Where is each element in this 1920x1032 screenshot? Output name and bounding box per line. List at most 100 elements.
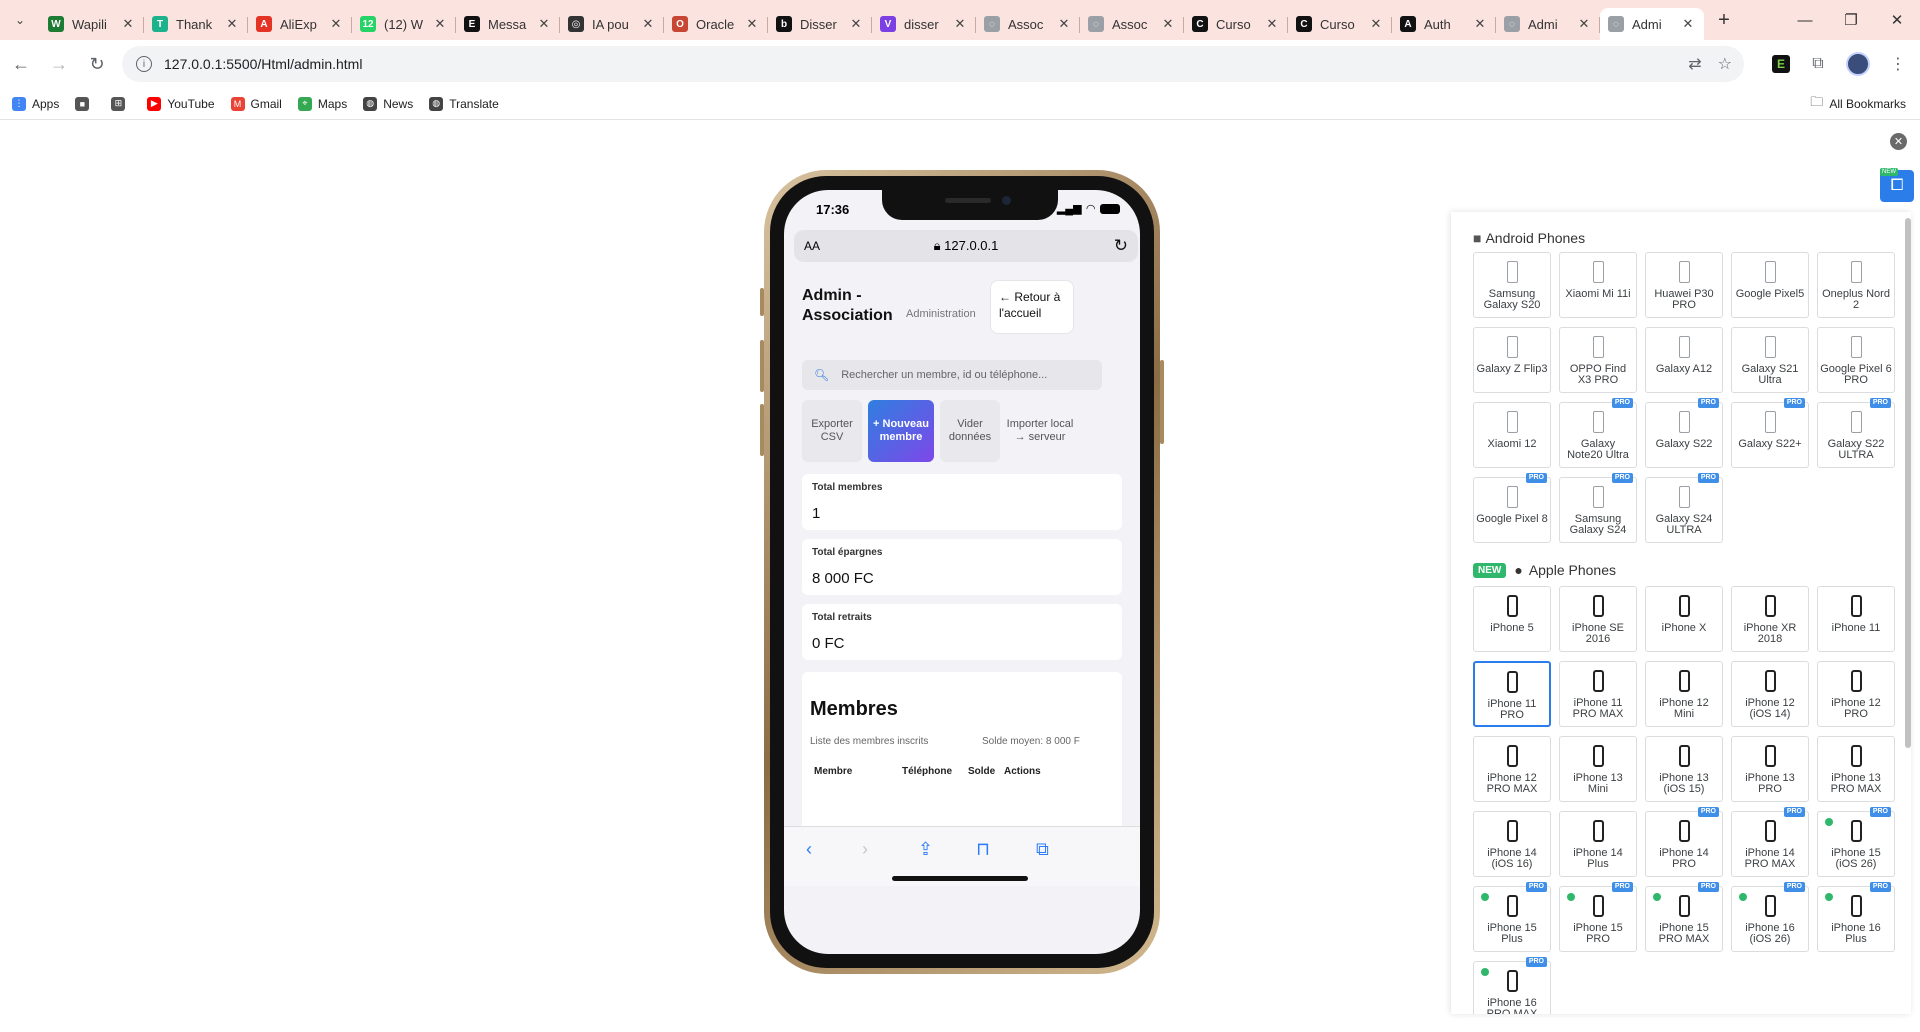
device-option[interactable]: iPhone 14 Plus: [1559, 811, 1637, 877]
tab-close-icon[interactable]: ✕: [224, 16, 240, 32]
close-window-icon[interactable]: ✕: [1874, 0, 1920, 40]
tab-close-icon[interactable]: ✕: [1472, 16, 1488, 32]
panel-scrollbar[interactable]: [1905, 218, 1911, 748]
tab-close-icon[interactable]: ✕: [1680, 16, 1696, 32]
safari-url-bar[interactable]: AA 🔒︎ 127.0.0.1 ↻: [794, 230, 1138, 262]
browser-tab[interactable]: C Curso ✕: [1184, 8, 1288, 40]
device-option[interactable]: PRO Galaxy Note20 Ultra: [1559, 398, 1637, 468]
tab-close-icon[interactable]: ✕: [328, 16, 344, 32]
bookmark-item[interactable]: ◍ Translate: [429, 96, 499, 111]
bookmark-item[interactable]: ⌖ Maps: [297, 96, 347, 111]
tab-close-icon[interactable]: ✕: [952, 16, 968, 32]
extensions-puzzle-icon[interactable]: ⧉: [1804, 55, 1832, 73]
profile-avatar[interactable]: [1846, 52, 1870, 76]
device-option[interactable]: iPhone 11 PRO: [1473, 661, 1551, 727]
tab-close-icon[interactable]: ✕: [1576, 16, 1592, 32]
browser-tab[interactable]: ◌ Admi ✕: [1496, 8, 1600, 40]
safari-back-icon[interactable]: ‹: [806, 839, 812, 860]
device-option[interactable]: PRO Samsung Galaxy S24: [1559, 473, 1637, 543]
tab-close-icon[interactable]: ✕: [1056, 16, 1072, 32]
forward-icon[interactable]: →: [42, 47, 76, 81]
device-option[interactable]: PRO Google Pixel 8: [1473, 473, 1551, 543]
device-option[interactable]: iPhone X: [1645, 586, 1723, 652]
bookmark-item[interactable]: ■: [75, 96, 95, 111]
device-option[interactable]: iPhone 12 PRO MAX: [1473, 736, 1551, 802]
safari-forward-icon[interactable]: ›: [862, 839, 868, 860]
close-panel-icon[interactable]: ✕: [1890, 133, 1907, 150]
bookmark-item[interactable]: ▶ YouTube: [147, 96, 215, 111]
bookmark-item[interactable]: ⋮ Apps: [12, 96, 59, 111]
browser-tab[interactable]: W Wapili ✕: [40, 8, 144, 40]
tab-close-icon[interactable]: ✕: [640, 16, 656, 32]
chrome-menu-icon[interactable]: ⋮: [1884, 54, 1912, 74]
browser-tab[interactable]: b Disser ✕: [768, 8, 872, 40]
device-option[interactable]: PRO iPhone 14 PRO: [1645, 807, 1723, 877]
device-option[interactable]: Google Pixel 6 PRO: [1817, 327, 1895, 393]
back-to-home-button[interactable]: ← Retour à l'accueil: [990, 280, 1074, 334]
device-option[interactable]: iPhone 11: [1817, 586, 1895, 652]
site-info-icon[interactable]: i: [136, 56, 152, 72]
browser-tab[interactable]: A Auth ✕: [1392, 8, 1496, 40]
device-option[interactable]: Google Pixel5: [1731, 252, 1809, 318]
tab-close-icon[interactable]: ✕: [536, 16, 552, 32]
tab-close-icon[interactable]: ✕: [120, 16, 136, 32]
new-member-button[interactable]: + Nouveau membre: [868, 400, 934, 462]
device-option[interactable]: PRO iPhone 15 Plus: [1473, 882, 1551, 952]
device-option[interactable]: iPhone 12 Mini: [1645, 661, 1723, 727]
device-option[interactable]: PRO iPhone 15 PRO: [1559, 882, 1637, 952]
browser-tab[interactable]: ◌ Assoc ✕: [1080, 8, 1184, 40]
browser-tab[interactable]: 12 (12) W ✕: [352, 8, 456, 40]
device-option[interactable]: PRO Galaxy S24 ULTRA: [1645, 473, 1723, 543]
device-option[interactable]: iPhone 12 (iOS 14): [1731, 661, 1809, 727]
clear-data-button[interactable]: Vider données: [940, 400, 1000, 462]
browser-tab[interactable]: Vdisser ✕: [872, 8, 976, 40]
device-option[interactable]: PRO Galaxy S22: [1645, 398, 1723, 468]
all-bookmarks[interactable]: 🗀 All Bookmarks: [1810, 88, 1906, 120]
bookmark-star-icon[interactable]: ☆: [1718, 54, 1732, 74]
tabs-icon[interactable]: ⧉: [1036, 839, 1049, 860]
share-icon[interactable]: ⇪: [918, 839, 933, 860]
responsive-viewer-icon[interactable]: NEW ⧠: [1880, 168, 1914, 202]
browser-tab[interactable]: ◌ Assoc ✕: [976, 8, 1080, 40]
address-bar[interactable]: i 127.0.0.1:5500/Html/admin.html ⇄ ☆: [122, 46, 1744, 82]
device-option[interactable]: OPPO Find X3 PRO: [1559, 327, 1637, 393]
member-search-input[interactable]: 🔍︎ Rechercher un membre, id ou téléphone…: [802, 360, 1102, 390]
device-option[interactable]: PRO iPhone 14 PRO MAX: [1731, 807, 1809, 877]
bookmark-item[interactable]: M Gmail: [230, 96, 282, 111]
device-option[interactable]: iPhone 11 PRO MAX: [1559, 661, 1637, 727]
device-option[interactable]: iPhone 5: [1473, 586, 1551, 652]
browser-tab[interactable]: E Messa ✕: [456, 8, 560, 40]
translate-icon[interactable]: ⇄: [1688, 54, 1701, 74]
device-option[interactable]: PRO iPhone 16 (iOS 26): [1731, 882, 1809, 952]
tab-close-icon[interactable]: ✕: [1160, 16, 1176, 32]
new-tab-button[interactable]: +: [1708, 9, 1740, 32]
import-local-button[interactable]: Importer local → serveur: [1006, 400, 1074, 462]
device-option[interactable]: iPhone XR 2018: [1731, 586, 1809, 652]
browser-tab[interactable]: ◌ Admi ✕: [1600, 8, 1704, 40]
safari-reload-icon[interactable]: ↻: [1114, 236, 1128, 256]
browser-tab[interactable]: T Thank ✕: [144, 8, 248, 40]
device-option[interactable]: Galaxy Z Flip3: [1473, 327, 1551, 393]
device-option[interactable]: PRO Galaxy S22+: [1731, 398, 1809, 468]
device-option[interactable]: iPhone 13 PRO MAX: [1817, 736, 1895, 802]
browser-tab[interactable]: ◎ IA pou ✕: [560, 8, 664, 40]
device-option[interactable]: Huawei P30 PRO: [1645, 252, 1723, 318]
device-option[interactable]: Galaxy A12: [1645, 327, 1723, 393]
tab-close-icon[interactable]: ✕: [432, 16, 448, 32]
tab-close-icon[interactable]: ✕: [1264, 16, 1280, 32]
bookmark-item[interactable]: ⊞: [111, 96, 131, 111]
device-option[interactable]: iPhone 13 (iOS 15): [1645, 736, 1723, 802]
browser-tab[interactable]: C Curso ✕: [1288, 8, 1392, 40]
device-option[interactable]: iPhone SE 2016: [1559, 586, 1637, 652]
back-icon[interactable]: ←: [4, 47, 38, 81]
device-option[interactable]: Galaxy S21 Ultra: [1731, 327, 1809, 393]
minimize-icon[interactable]: —: [1782, 0, 1828, 40]
device-option[interactable]: PRO iPhone 16 PRO MAX: [1473, 957, 1551, 1014]
device-option[interactable]: Oneplus Nord 2: [1817, 252, 1895, 318]
export-csv-button[interactable]: Exporter CSV: [802, 400, 862, 462]
tab-close-icon[interactable]: ✕: [848, 16, 864, 32]
device-option[interactable]: iPhone 13 PRO: [1731, 736, 1809, 802]
device-option[interactable]: PRO iPhone 16 Plus: [1817, 882, 1895, 952]
device-option[interactable]: PRO Galaxy S22 ULTRA: [1817, 398, 1895, 468]
browser-tab[interactable]: O Oracle ✕: [664, 8, 768, 40]
